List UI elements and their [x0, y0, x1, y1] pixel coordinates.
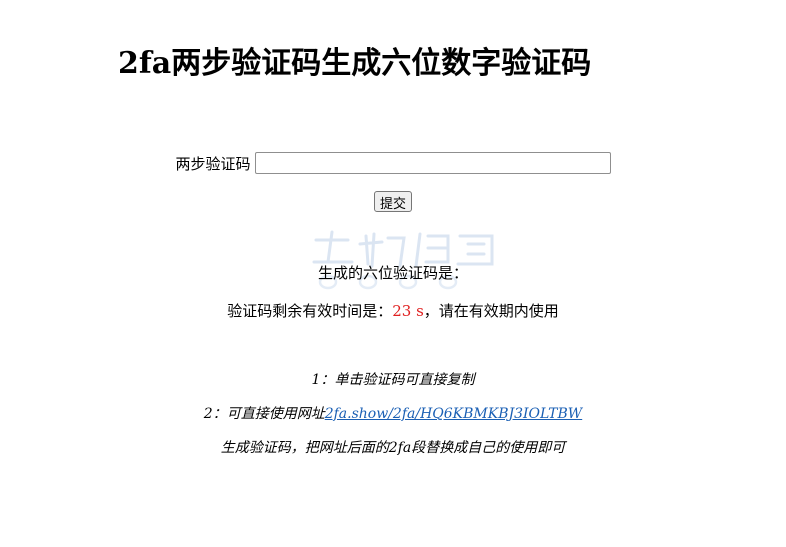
note-replace-hint: 生成验证码，把网址后面的2fa段替换成自己的使用即可 [220, 440, 566, 456]
page-title: 2fa两步验证码生成六位数字验证码 [118, 46, 592, 81]
code-label: 两步验证码 [175, 154, 251, 173]
note-url-prefix: 2：可直接使用网址 [203, 406, 325, 422]
timer-value: 23 s [392, 302, 424, 320]
watermark-logo [312, 230, 494, 290]
submit-button[interactable]: 提交 [373, 191, 412, 212]
example-url-link[interactable]: 2fa.show/2fa/HQ6KBMKBJ3IOLTBW [325, 406, 583, 422]
note-copy-hint: 1：单击验证码可直接复制 [311, 372, 475, 388]
result-label: 生成的六位验证码是： [317, 264, 468, 282]
code-input[interactable] [254, 152, 611, 174]
result-line: 生成的六位验证码是： [0, 262, 786, 283]
timer-line: 验证码剩余有效时间是：23 s，请在有效期内使用 [0, 300, 786, 321]
code-form: 两步验证码 [0, 152, 786, 174]
submit-row: 提交 [0, 191, 786, 212]
timer-prefix: 验证码剩余有效时间是： [227, 302, 393, 320]
note-url-hint: 2：可直接使用网址2fa.show/2fa/HQ6KBMKBJ3IOLTBW [0, 403, 786, 423]
timer-suffix: ，请在有效期内使用 [423, 302, 559, 320]
